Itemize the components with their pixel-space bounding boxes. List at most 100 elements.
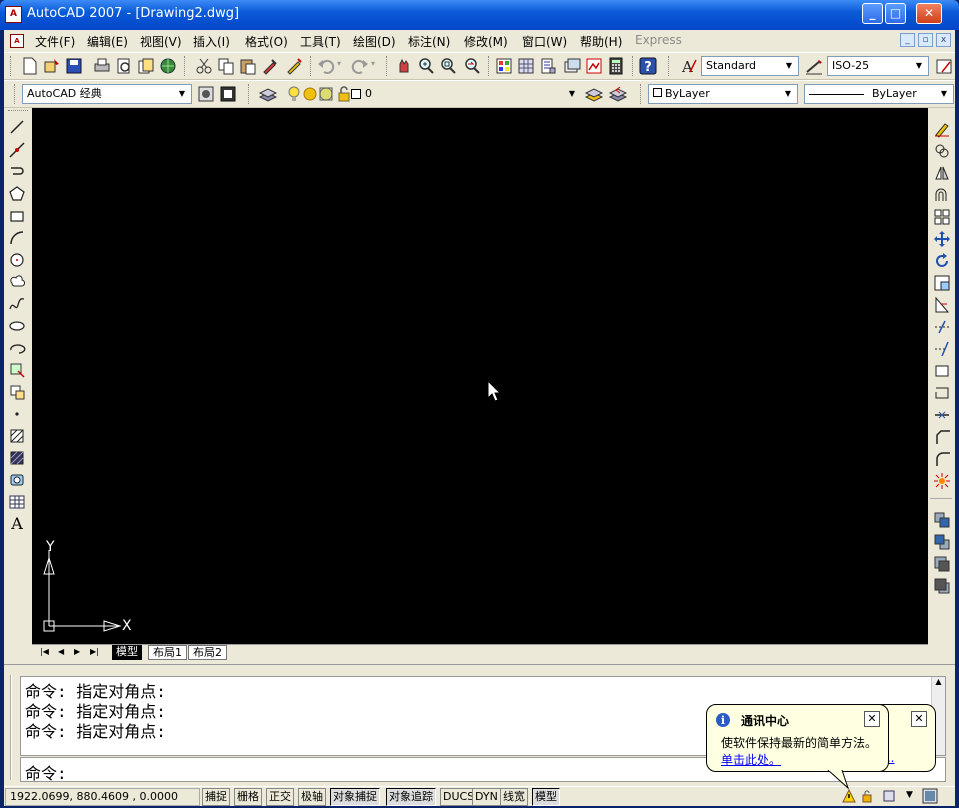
publish-icon[interactable] xyxy=(136,56,156,76)
join-icon[interactable] xyxy=(933,406,951,424)
stretch-icon[interactable] xyxy=(933,296,951,314)
draw-order-above-icon[interactable] xyxy=(933,555,951,573)
explode-icon[interactable] xyxy=(933,472,951,490)
table-icon[interactable] xyxy=(8,493,26,511)
menu-insert[interactable]: 插入(I) xyxy=(193,33,230,50)
chevron-down-icon[interactable]: ▼ xyxy=(175,87,189,101)
dimension-style-combo[interactable]: ISO-25 ▼ xyxy=(827,56,929,76)
zoom-realtime-icon[interactable] xyxy=(416,56,436,76)
hatch-icon[interactable] xyxy=(8,427,26,445)
tool-palettes-icon[interactable] xyxy=(538,56,558,76)
first-tab-button[interactable]: |◀ xyxy=(36,645,53,660)
chevron-down-icon[interactable]: ▼ xyxy=(782,59,796,73)
zoom-previous-icon[interactable] xyxy=(462,56,482,76)
match-properties-icon[interactable] xyxy=(260,56,280,76)
help-icon[interactable]: ? xyxy=(638,56,658,76)
qnew-icon[interactable] xyxy=(42,56,62,76)
rectangle-icon[interactable] xyxy=(8,207,26,225)
communication-center-icon[interactable] xyxy=(882,789,896,803)
plot-preview-icon[interactable] xyxy=(114,56,134,76)
quickcalc-icon[interactable] xyxy=(606,56,626,76)
move-icon[interactable] xyxy=(933,230,951,248)
toolbar-grip[interactable] xyxy=(14,84,17,104)
layer-combo[interactable]: 0 ▼ xyxy=(280,84,582,104)
minimize-button[interactable]: _ xyxy=(862,3,883,24)
autocad-app-icon[interactable]: A xyxy=(5,6,22,23)
grid-button[interactable]: 栅格 xyxy=(234,788,262,806)
tab-layout1[interactable]: 布局1 xyxy=(148,645,187,660)
menu-file[interactable]: 文件(F) xyxy=(35,33,75,50)
chamfer-icon[interactable] xyxy=(933,428,951,446)
menu-tools[interactable]: 工具(T) xyxy=(300,33,341,50)
plot-icon[interactable] xyxy=(92,56,112,76)
paste-icon[interactable] xyxy=(238,56,258,76)
toolbar-grip[interactable] xyxy=(10,56,13,76)
spline-icon[interactable] xyxy=(8,295,26,313)
mdi-close-button[interactable]: x xyxy=(936,33,951,47)
ellipse-icon[interactable] xyxy=(8,317,26,335)
sheet-set-manager-icon[interactable] xyxy=(562,56,582,76)
pan-realtime-icon[interactable] xyxy=(394,56,414,76)
menu-help[interactable]: 帮助(H) xyxy=(580,33,622,50)
menu-draw[interactable]: 绘图(D) xyxy=(353,33,396,50)
dimension-style-icon[interactable] xyxy=(804,56,824,76)
ortho-button[interactable]: 正交 xyxy=(266,788,294,806)
drawing-canvas[interactable]: Y X xyxy=(32,108,928,644)
previous-tab-button[interactable]: ◀ xyxy=(54,645,68,660)
redo-icon[interactable] xyxy=(350,56,370,76)
extend-icon[interactable] xyxy=(933,340,951,358)
offset-icon[interactable] xyxy=(933,186,951,204)
layer-properties-manager-icon[interactable] xyxy=(258,84,278,104)
layer-previous-icon[interactable] xyxy=(608,84,628,104)
break-at-point-icon[interactable] xyxy=(933,362,951,380)
command-window-grip[interactable] xyxy=(10,675,16,780)
trim-icon[interactable] xyxy=(933,318,951,336)
redo-dropdown-icon[interactable]: ▾ xyxy=(371,59,375,68)
revision-cloud-icon[interactable] xyxy=(8,273,26,291)
region-icon[interactable] xyxy=(8,471,26,489)
draw-order-under-icon[interactable] xyxy=(933,577,951,595)
clean-screen-icon[interactable] xyxy=(922,788,938,804)
insert-block-icon[interactable] xyxy=(8,361,26,379)
my-workspace-icon[interactable] xyxy=(218,84,238,104)
menu-express[interactable]: Express xyxy=(635,33,682,47)
design-center-icon[interactable] xyxy=(516,56,536,76)
toolbar-lock-icon[interactable] xyxy=(860,789,874,803)
mdi-minimize-button[interactable]: _ xyxy=(900,33,915,47)
text-style-combo[interactable]: Standard ▼ xyxy=(701,56,799,76)
maximize-button[interactable]: □ xyxy=(885,3,906,24)
mirror-icon[interactable] xyxy=(933,164,951,182)
color-control-combo[interactable]: ByLayer ▼ xyxy=(648,84,798,104)
ellipse-arc-icon[interactable] xyxy=(8,339,26,357)
save-icon[interactable] xyxy=(64,56,84,76)
make-block-icon[interactable] xyxy=(8,383,26,401)
point-icon[interactable] xyxy=(8,405,26,423)
new-file-icon[interactable] xyxy=(20,56,40,76)
text-style-icon[interactable]: A xyxy=(678,56,698,76)
markup-set-manager-icon[interactable] xyxy=(584,56,604,76)
next-tab-button[interactable]: ▶ xyxy=(70,645,84,660)
cut-icon[interactable] xyxy=(194,56,214,76)
toolbar-grip[interactable] xyxy=(248,84,251,104)
chevron-down-icon[interactable]: ▼ xyxy=(937,87,951,101)
gradient-icon[interactable] xyxy=(8,449,26,467)
polygon-icon[interactable] xyxy=(8,185,26,203)
polar-button[interactable]: 极轴 xyxy=(298,788,326,806)
menu-view[interactable]: 视图(V) xyxy=(140,33,182,50)
block-editor-icon[interactable] xyxy=(284,56,304,76)
menu-edit[interactable]: 编辑(E) xyxy=(87,33,128,50)
osnap-button[interactable]: 对象捕捉 xyxy=(330,788,380,806)
last-tab-button[interactable]: ▶| xyxy=(86,645,103,660)
close-icon[interactable]: ✕ xyxy=(864,711,880,727)
mdi-restore-button[interactable]: ▫ xyxy=(918,33,933,47)
model-space-button[interactable]: 模型 xyxy=(532,788,560,806)
menu-modify[interactable]: 修改(M) xyxy=(464,33,508,50)
copy-icon[interactable] xyxy=(216,56,236,76)
3d-dwf-icon[interactable] xyxy=(158,56,178,76)
menu-format[interactable]: 格式(O) xyxy=(245,33,288,50)
workspace-combo[interactable]: AutoCAD 经典 ▼ xyxy=(22,84,192,104)
make-object-layer-current-icon[interactable] xyxy=(584,84,604,104)
copy-object-icon[interactable] xyxy=(933,142,951,160)
line-icon[interactable] xyxy=(8,118,26,136)
drawing-doc-icon[interactable]: A xyxy=(10,34,24,48)
